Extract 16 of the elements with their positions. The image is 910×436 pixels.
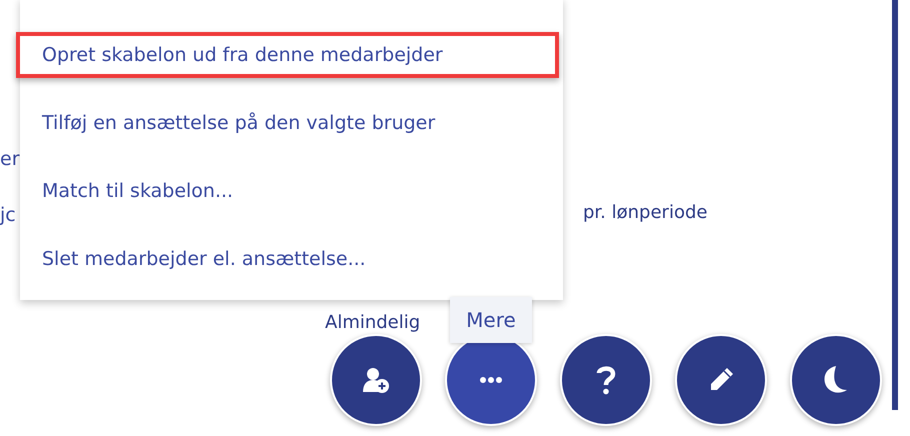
field-label: Almindelig bbox=[325, 312, 420, 333]
edit-button[interactable] bbox=[675, 334, 767, 426]
tooltip: Mere bbox=[450, 297, 532, 343]
more-icon bbox=[480, 377, 502, 383]
add-user-button[interactable] bbox=[330, 334, 422, 426]
menu-item[interactable]: Opret skabelon ud fra denne medarbejder bbox=[16, 32, 559, 78]
menu-item[interactable]: Slet medarbejder el. ansættelse... bbox=[16, 236, 559, 282]
period-label: pr. lønperiode bbox=[583, 202, 708, 223]
add-user-icon bbox=[362, 366, 390, 394]
help-button[interactable] bbox=[560, 334, 652, 426]
truncated-label: er bbox=[0, 148, 21, 170]
menu-item[interactable]: Match til skabelon... bbox=[16, 168, 559, 214]
help-icon bbox=[596, 365, 616, 395]
dark-mode-button[interactable] bbox=[790, 334, 882, 426]
truncated-label: jc bbox=[0, 204, 17, 226]
menu-item[interactable]: Tilføj en ansættelse på den valgte bruger bbox=[16, 100, 559, 146]
